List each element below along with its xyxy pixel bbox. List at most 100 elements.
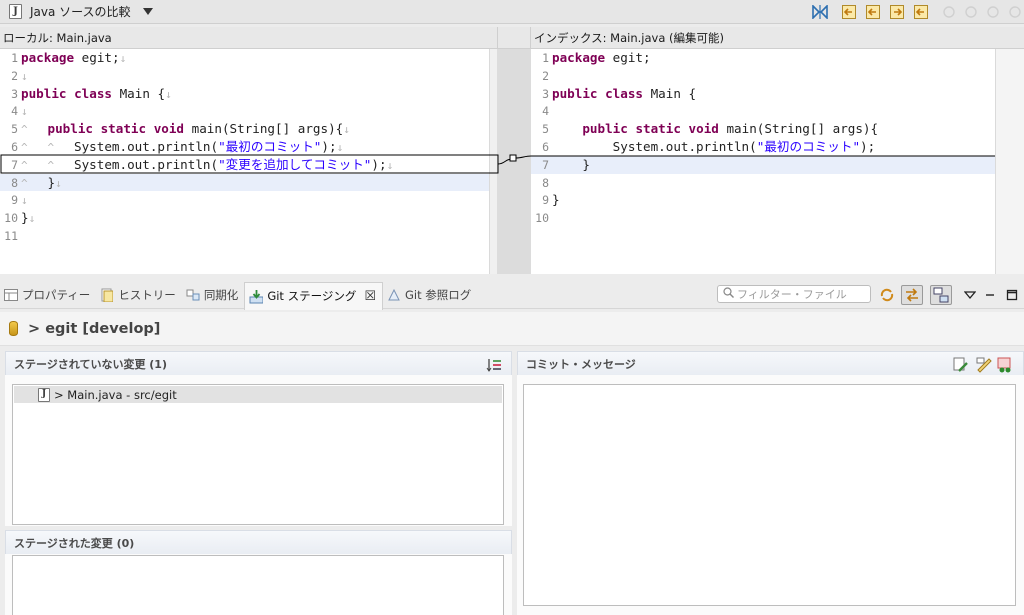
filter-placeholder: フィルター・ファイル	[737, 288, 847, 301]
code-line[interactable]: 7 }	[531, 155, 996, 174]
line-number: 10	[4, 211, 18, 226]
code-token: egit;	[74, 50, 120, 65]
code-token: ^	[21, 158, 48, 172]
staged-changes-header: ステージされた変更 (0)	[5, 530, 512, 554]
line-number: 1	[542, 51, 549, 65]
tab-git-staging[interactable]: Git ステージング ☒	[244, 281, 384, 310]
previous-difference-icon[interactable]	[912, 3, 930, 21]
copy-change-right-icon[interactable]	[1006, 3, 1024, 21]
next-change-icon[interactable]	[940, 3, 958, 21]
refresh-icon[interactable]	[879, 287, 895, 303]
code-line[interactable]: 10	[531, 209, 996, 227]
tab-label: Git 参照ログ	[405, 287, 472, 302]
code-token: class	[605, 85, 644, 101]
code-token: egit;	[605, 50, 651, 65]
code-line[interactable]: 2	[531, 67, 996, 85]
code-token: package	[21, 50, 75, 65]
code-token: ^	[47, 158, 74, 172]
commit-message-input[interactable]	[523, 384, 1016, 606]
tab-properties[interactable]: プロパティー	[0, 282, 96, 308]
right-pane-scrollbar[interactable]	[995, 49, 1024, 274]
code-line[interactable]: 3 public class Main {	[531, 85, 996, 103]
filter-files-input[interactable]: フィルター・ファイル	[717, 285, 871, 303]
code-token: "最初のコミット"	[756, 138, 861, 154]
line-end-marker: ↓	[119, 52, 127, 65]
amend-icon[interactable]	[976, 357, 992, 373]
repository-icon	[9, 321, 18, 336]
tab-git-reflog[interactable]: Git 参照ログ	[383, 282, 477, 308]
code-token: main(String[] args){	[718, 121, 879, 137]
next-difference-icon[interactable]	[888, 3, 906, 21]
compare-editor-titlebar: J Java ソースの比較	[0, 0, 1024, 24]
line-end-marker: ↓	[21, 69, 28, 83]
view-menu-icon[interactable]	[962, 287, 978, 303]
code-token: System.out.println(	[74, 156, 219, 172]
code-token: class	[74, 85, 113, 101]
line-number: 2	[11, 68, 18, 83]
add-change-id-icon[interactable]	[997, 357, 1013, 373]
code-line[interactable]: 4 ↓	[0, 102, 497, 120]
code-line[interactable]: 5 ^ public static void main(String[] args…	[0, 120, 497, 138]
code-token: static	[635, 121, 681, 137]
navigation-toolbar	[840, 2, 930, 22]
code-token: package	[552, 50, 606, 65]
code-line[interactable]: 1 package egit;↓	[0, 49, 497, 67]
local-source-pane[interactable]: 1 package egit;↓ 2 ↓ 3 public class Main {↓ 4 ↓…	[0, 49, 497, 274]
code-token: }	[552, 156, 590, 172]
code-line[interactable]: 5 public static void main(String[] args)…	[531, 120, 996, 138]
code-line[interactable]: 6 ^ ^ System.out.println("最初のコミット");↓	[0, 138, 497, 156]
unstaged-changes-section: ステージされていない変更 (1) J > Main.java - src/egi…	[5, 351, 512, 526]
code-line[interactable]: 4	[531, 102, 996, 120]
code-line[interactable]: 9 ↓	[0, 191, 497, 209]
copy-change-icon[interactable]	[984, 3, 1002, 21]
commit-message-header: コミット・メッセージ	[517, 351, 1024, 375]
code-line[interactable]: 8 ^ }↓	[0, 173, 497, 192]
close-icon[interactable]: ☒	[364, 289, 376, 304]
line-end-marker: ↓	[28, 212, 36, 226]
chevron-down-icon[interactable]	[142, 8, 153, 15]
staged-files-list[interactable]	[12, 555, 504, 615]
copy-all-left-icon[interactable]	[840, 3, 858, 21]
copy-left-icon[interactable]	[864, 3, 882, 21]
code-line[interactable]: 10}↓	[0, 209, 497, 227]
line-number: 4	[542, 104, 549, 119]
code-token: public	[552, 85, 598, 101]
staged-changes-section: ステージされた変更 (0)	[5, 530, 512, 615]
left-pane-scrollbar[interactable]	[489, 49, 497, 274]
code-line[interactable]: 3 public class Main {↓	[0, 85, 497, 103]
code-line[interactable]: 9}	[531, 191, 996, 209]
line-number: 3	[11, 86, 18, 101]
code-token: );	[321, 138, 337, 154]
tree-presentation-icon[interactable]	[930, 285, 952, 305]
previous-change-icon[interactable]	[962, 3, 980, 21]
unstaged-changes-header: ステージされていない変更 (1)	[5, 351, 512, 375]
maximize-icon[interactable]	[1004, 287, 1020, 303]
code-line[interactable]: 1 package egit;	[531, 49, 996, 67]
index-source-pane[interactable]: 1 package egit; 2 3 public class Main {4 5 pu…	[531, 49, 996, 274]
code-token: }	[552, 192, 560, 208]
code-line[interactable]: 2 ↓	[0, 67, 497, 85]
left-pane-header: ローカル: Main.java	[0, 27, 497, 49]
add-signed-off-by-icon[interactable]	[953, 357, 969, 373]
code-line[interactable]: 11	[0, 227, 497, 245]
minimize-icon[interactable]	[982, 287, 998, 303]
list-item[interactable]: J > Main.java - src/egit	[14, 386, 502, 403]
code-line[interactable]: 6 System.out.println("最初のコミット");	[531, 138, 996, 156]
tab-synchronize[interactable]: 同期化	[182, 282, 245, 308]
line-number: 5	[542, 122, 549, 137]
code-line[interactable]: 7 ^ ^ System.out.println("変更を追加してコミット");↓	[0, 156, 497, 174]
tab-history[interactable]: ヒストリー	[96, 282, 182, 308]
java-file-icon: J	[38, 387, 50, 402]
line-number: 5	[11, 122, 18, 137]
code-line[interactable]: 8	[531, 174, 996, 192]
unstaged-files-list[interactable]: J > Main.java - src/egit	[12, 384, 504, 525]
disabled-toolbar	[940, 2, 1024, 22]
sort-icon[interactable]	[486, 357, 502, 373]
ignore-ancestor-icon[interactable]	[811, 3, 829, 21]
tab-label: プロパティー	[22, 287, 91, 302]
link-selection-icon[interactable]	[901, 285, 923, 305]
